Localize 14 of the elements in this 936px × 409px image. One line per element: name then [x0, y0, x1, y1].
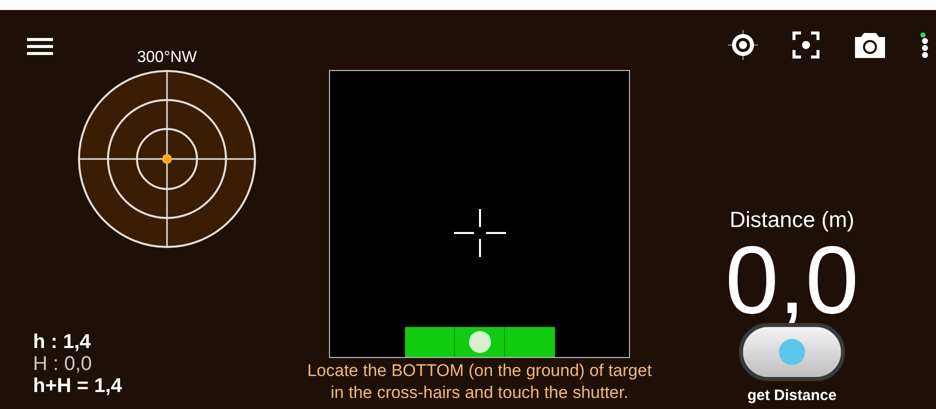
target-icon[interactable]	[728, 30, 758, 60]
instruction-text: in the cross-hairs and touch the shutter.	[330, 382, 628, 404]
shutter-label: get Distance	[747, 387, 837, 405]
instruction-text: Locate the BOTTOM (on the ground) of target	[307, 360, 652, 382]
compass-heading: 300°NW	[137, 48, 197, 68]
height-reading: h+H = 1,4	[33, 375, 123, 397]
distance-label: Distance (m)	[730, 207, 854, 233]
focus-icon[interactable]	[792, 31, 820, 59]
menu-icon[interactable]	[27, 38, 53, 56]
more-options-icon[interactable]	[920, 32, 928, 58]
crosshair-icon	[454, 209, 506, 257]
distance-value: 0,0	[725, 239, 859, 323]
camera-icon[interactable]	[854, 31, 886, 59]
height-reading: h : 1,4	[33, 331, 92, 353]
